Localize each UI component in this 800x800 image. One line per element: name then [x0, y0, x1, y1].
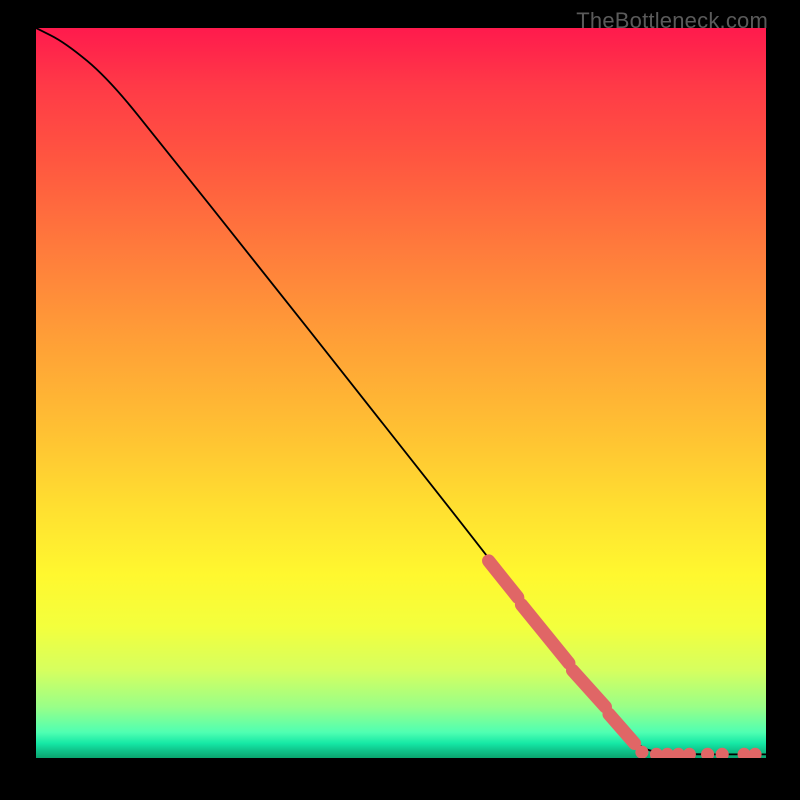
- marker-dot: [748, 748, 761, 758]
- marker-dot: [701, 748, 714, 758]
- chart-curve: [36, 28, 766, 754]
- marker-segment: [609, 714, 635, 743]
- chart-marker-dots: [635, 746, 761, 758]
- watermark-text: TheBottleneck.com: [576, 8, 768, 34]
- chart-plot-area: [36, 28, 766, 758]
- marker-segment: [573, 670, 606, 707]
- marker-dot: [683, 748, 696, 758]
- chart-marker-segments: [489, 561, 635, 744]
- marker-segment: [489, 561, 518, 598]
- marker-dot: [716, 748, 729, 758]
- marker-segment: [521, 605, 568, 663]
- chart-frame: TheBottleneck.com: [0, 0, 800, 800]
- chart-svg: [36, 28, 766, 758]
